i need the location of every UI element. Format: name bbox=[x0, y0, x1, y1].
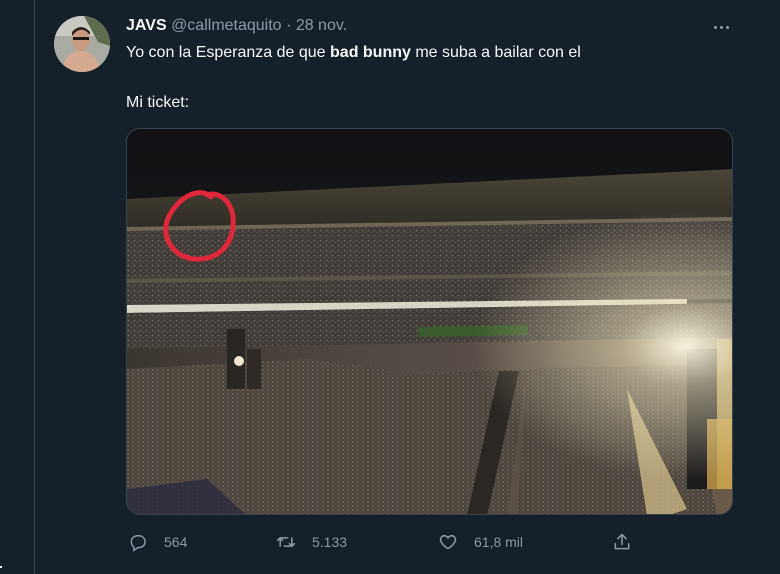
share-icon bbox=[614, 533, 630, 550]
reply-icon bbox=[130, 535, 146, 552]
tweet-text-line2: Mi ticket: bbox=[126, 94, 190, 111]
more-horizontal-icon bbox=[713, 25, 717, 29]
tweet-text: Yo con la Esperanza de que bad bunny me … bbox=[126, 43, 581, 63]
heart-icon bbox=[439, 534, 457, 550]
like-button[interactable]: 61,8 mil bbox=[438, 530, 523, 554]
tweet-text-bold: bad bunny bbox=[330, 44, 411, 61]
tweet-actions: 564 5.133 61,8 mil bbox=[126, 530, 646, 554]
more-options-button[interactable] bbox=[706, 14, 736, 40]
avatar[interactable] bbox=[54, 16, 110, 72]
tweet-text-part: me suba a bailar con el bbox=[410, 44, 581, 61]
edge-marker bbox=[0, 566, 2, 568]
author-handle[interactable]: @callmetaquito bbox=[171, 17, 282, 34]
author-name[interactable]: JAVS bbox=[126, 17, 167, 34]
tweet-text-part: Yo con la Esperanza de que bbox=[126, 44, 331, 61]
share-button[interactable] bbox=[612, 530, 648, 554]
tweet-image[interactable] bbox=[126, 128, 733, 515]
reply-button[interactable]: 564 bbox=[128, 530, 187, 554]
tweet[interactable]: JAVS @callmetaquito · 28 nov. Yo con la … bbox=[34, 0, 780, 574]
retweet-icon bbox=[276, 537, 296, 547]
reply-count: 564 bbox=[164, 534, 188, 550]
like-count: 61,8 mil bbox=[474, 534, 524, 550]
retweet-count: 5.133 bbox=[312, 534, 348, 550]
separator: · bbox=[286, 17, 292, 34]
tweet-header: JAVS @callmetaquito · 28 nov. bbox=[126, 16, 347, 36]
tweet-date[interactable]: 28 nov. bbox=[296, 17, 347, 34]
retweet-button[interactable]: 5.133 bbox=[276, 530, 347, 554]
